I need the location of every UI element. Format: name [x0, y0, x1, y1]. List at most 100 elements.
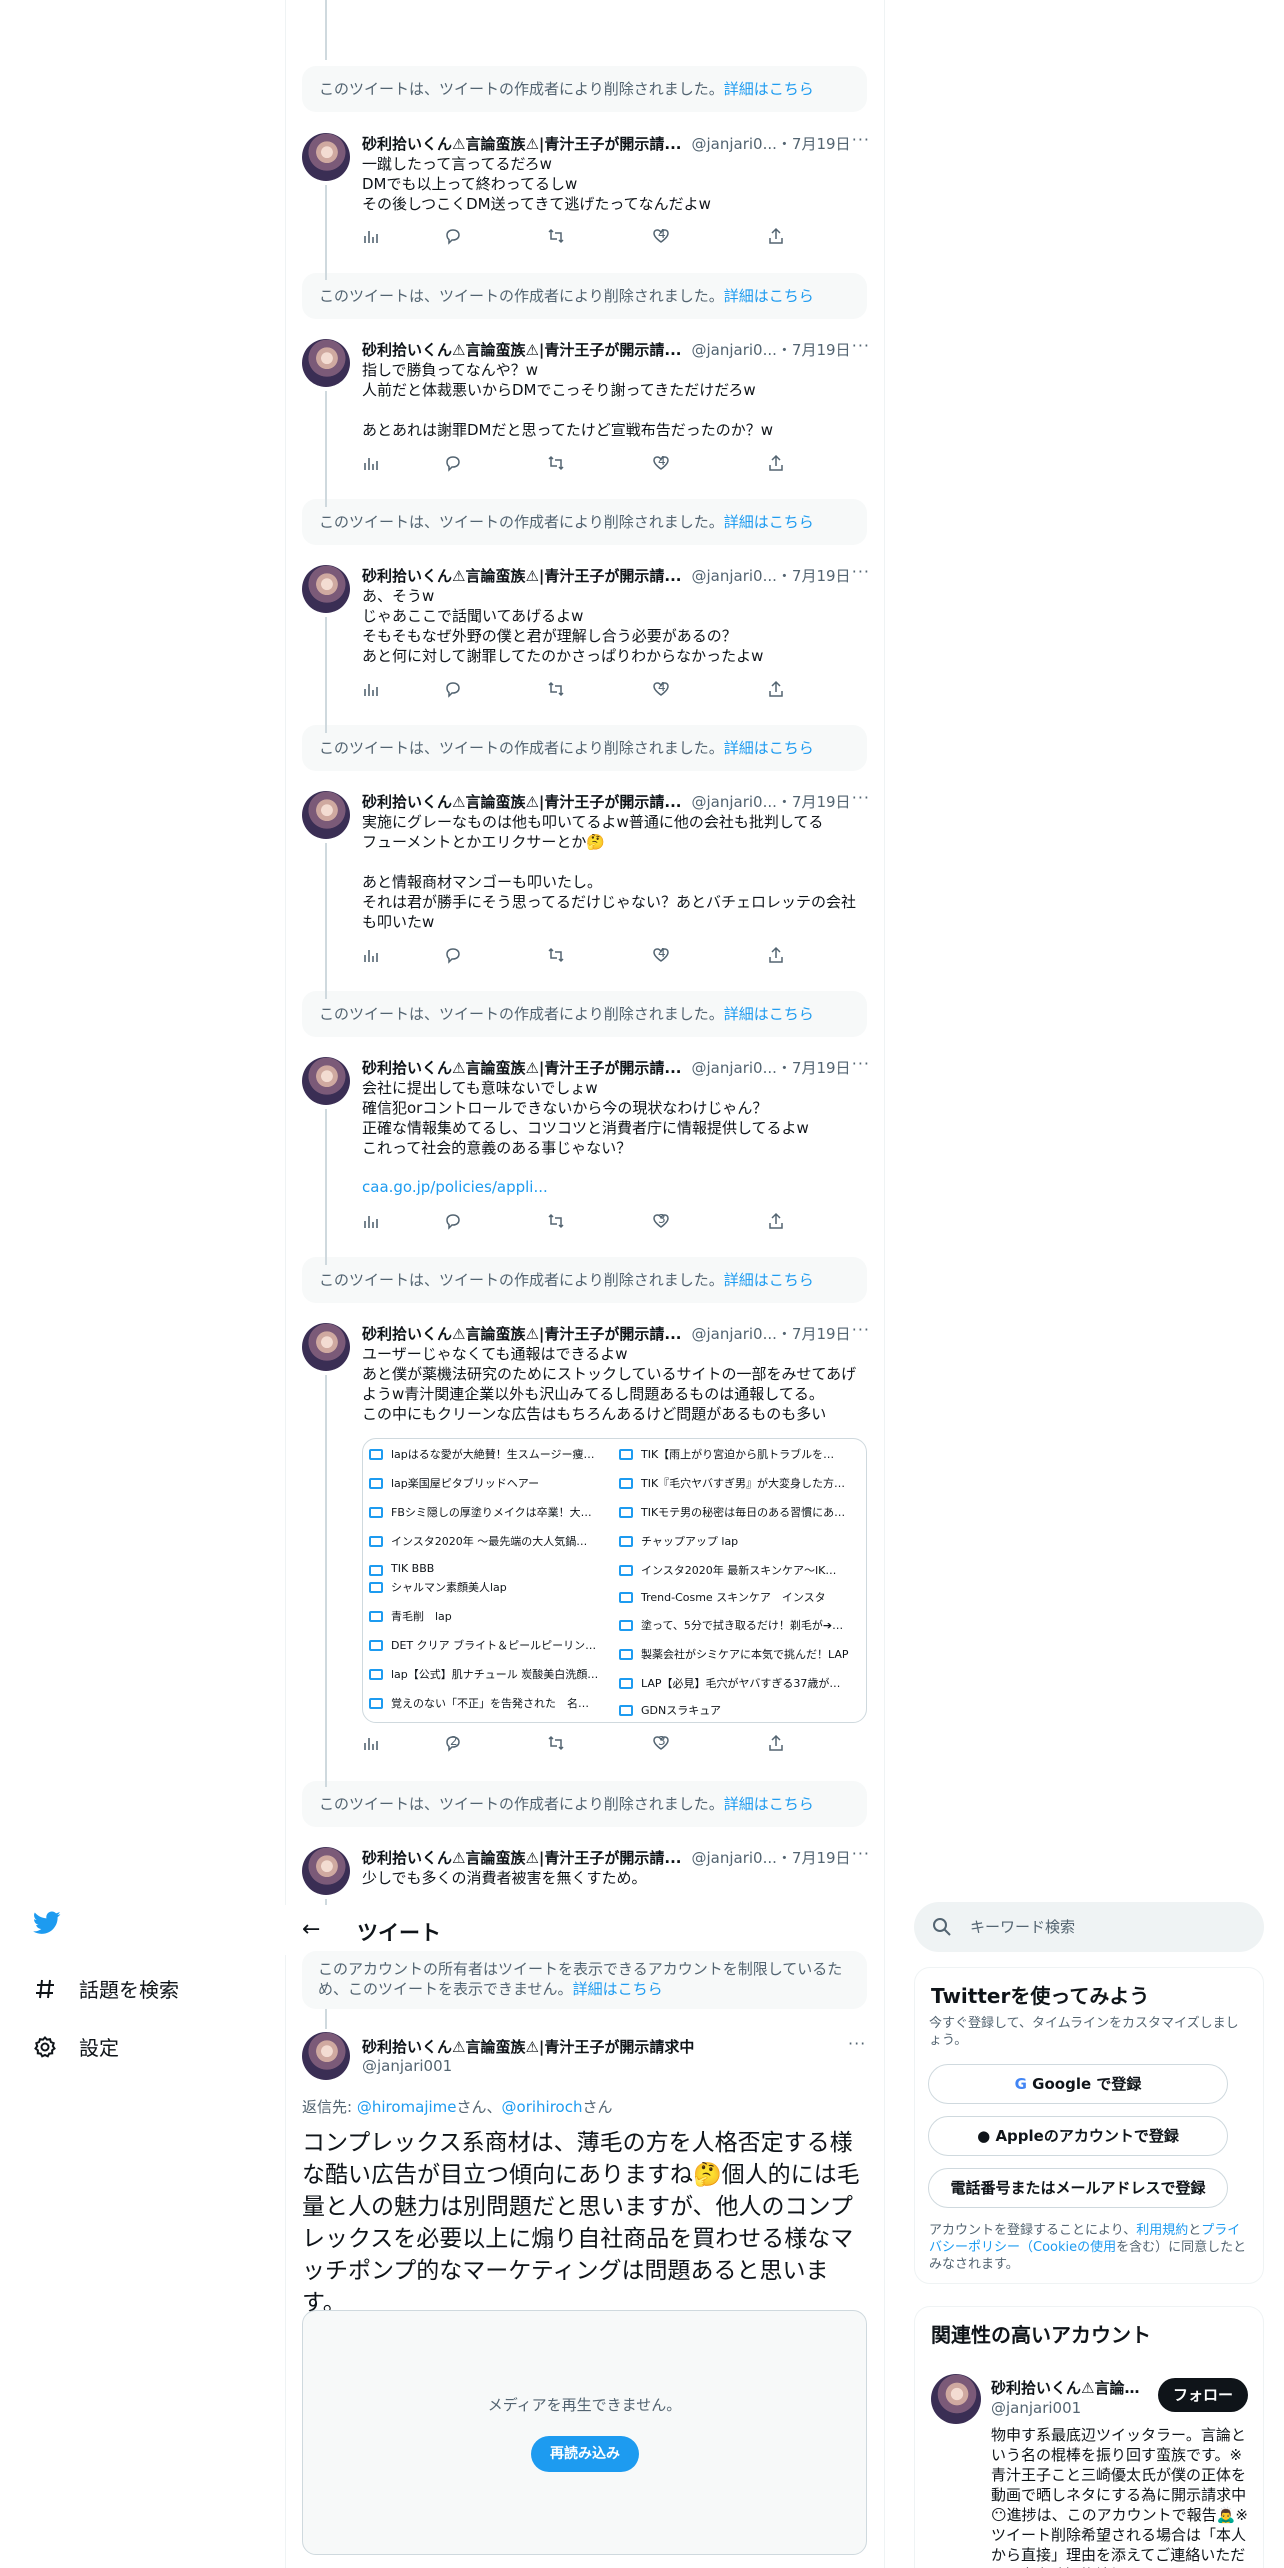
- more-options-icon[interactable]: ···: [848, 2034, 866, 2053]
- avatar[interactable]: [302, 791, 350, 839]
- deleted-learn-more-link[interactable]: 詳細はこちら: [724, 1271, 814, 1289]
- related-account-name[interactable]: 砂利拾いくん⚠言論蛮族⚠|青汁王子が開示請求中: [991, 2377, 1143, 2398]
- restricted-learn-more-link[interactable]: 詳細はこちら: [573, 1980, 663, 1998]
- deleted-learn-more-link[interactable]: 詳細はこちら: [724, 80, 814, 98]
- author-handle[interactable]: @janjari0...: [691, 793, 776, 811]
- google-signup-button[interactable]: G Google で登録: [928, 2064, 1228, 2104]
- author-name[interactable]: 砂利拾いくん⚠言論蛮族⚠|青汁王子が開示請...: [362, 565, 681, 585]
- views-icon: [362, 1734, 380, 1752]
- share-icon: [767, 1734, 785, 1752]
- link-collection-image[interactable]: lapはるな愛が大絶賛！生スムージー痩… lap楽国屋ピタブリッドヘアー FBシミ隠…: [362, 1438, 867, 1723]
- search-box[interactable]: [914, 1902, 1264, 1952]
- author-handle[interactable]: @janjari0...: [691, 1325, 776, 1343]
- card-link-item: シャルマン素顔美人lap: [363, 1579, 603, 1599]
- author-handle[interactable]: @janjari0...: [691, 1059, 776, 1077]
- nav-explore-label: 話題を検索: [79, 1978, 179, 2002]
- tweet-actions: 4: [362, 680, 792, 700]
- tweet-date[interactable]: ・7月19日: [777, 1059, 851, 1077]
- tweet-link[interactable]: caa.go.jp/policies/appli...: [362, 1178, 548, 1196]
- author-handle[interactable]: @janjari0...: [691, 341, 776, 359]
- apple-signup-button[interactable]: ● Appleのアカウントで登録: [928, 2116, 1228, 2156]
- more-options-icon[interactable]: ···: [852, 788, 870, 807]
- tweet-header: 砂利拾いくん⚠言論蛮族⚠|青汁王子が開示請... @janjari0...・7月1…: [362, 1847, 884, 1867]
- more-options-icon[interactable]: ···: [852, 336, 870, 355]
- thread-connector: [325, 391, 327, 507]
- card-link-item: lapはるな愛が大絶賛！生スムージー痩…: [363, 1446, 603, 1466]
- more-options-icon[interactable]: ···: [852, 1054, 870, 1073]
- tweet-header: 砂利拾いくん⚠言論蛮族⚠|青汁王子が開示請... @janjari0...・7月1…: [362, 791, 884, 811]
- tweet-date[interactable]: ・7月19日: [777, 1325, 851, 1343]
- tweet-date[interactable]: ・7月19日: [777, 567, 851, 585]
- retweet-icon: [547, 1734, 565, 1752]
- author-handle[interactable]: @janjari001: [362, 2057, 452, 2075]
- share-icon: [767, 1212, 785, 1230]
- search-input[interactable]: [970, 1915, 1230, 1939]
- author-handle[interactable]: @janjari0...: [691, 1849, 776, 1867]
- thread-connector: [325, 1109, 327, 1265]
- reply-user-link[interactable]: @orihiroch: [502, 2098, 583, 2116]
- author-handle[interactable]: @janjari0...: [691, 567, 776, 585]
- author-name[interactable]: 砂利拾いくん⚠言論蛮族⚠|青汁王子が開示請...: [362, 339, 681, 359]
- related-account-handle[interactable]: @janjari001: [991, 2399, 1081, 2417]
- avatar[interactable]: [302, 1057, 350, 1105]
- avatar[interactable]: [302, 339, 350, 387]
- more-options-icon[interactable]: ···: [852, 1844, 870, 1863]
- more-options-icon[interactable]: ···: [852, 562, 870, 581]
- thread-connector: [325, 185, 327, 280]
- retweet-icon: [547, 1212, 565, 1230]
- deleted-learn-more-link[interactable]: 詳細はこちら: [724, 513, 814, 531]
- signup-subtitle: 今すぐ登録して、タイムラインをカスタマイズしましょう。: [929, 2016, 1239, 2048]
- card-link-item: 塗って、5分で拭き取るだけ！剃毛が➔…: [613, 1617, 853, 1637]
- phone-signup-button[interactable]: 電話番号またはメールアドレスで登録: [928, 2168, 1228, 2208]
- tweet-text: コンプレックス系商材は、薄毛の方を人格否定する様な酷い広告が目立つ傾向にあります…: [302, 2130, 860, 2316]
- reload-button[interactable]: 再読み込み: [531, 2436, 639, 2472]
- deleted-learn-more-link[interactable]: 詳細はこちら: [724, 287, 814, 305]
- more-options-icon[interactable]: ···: [852, 1320, 870, 1339]
- avatar[interactable]: [302, 1323, 350, 1371]
- avatar[interactable]: [302, 2032, 350, 2080]
- card-link-item: TIK『毛穴ヤバすぎ男』が大変身した方…: [613, 1475, 853, 1495]
- thread-connector: [325, 843, 327, 999]
- tweet-header: 砂利拾いくん⚠言論蛮族⚠|青汁王子が開示請... @janjari0...・7月1…: [362, 339, 884, 359]
- tweet-actions: 3: [362, 1212, 792, 1232]
- twitter-bird-icon[interactable]: [33, 1911, 61, 1935]
- author-handle[interactable]: @janjari0...: [691, 135, 776, 153]
- deleted-learn-more-link[interactable]: 詳細はこちら: [724, 1795, 814, 1813]
- author-name[interactable]: 砂利拾いくん⚠言論蛮族⚠|青汁王子が開示請...: [362, 1323, 681, 1343]
- follow-button[interactable]: フォロー: [1158, 2378, 1248, 2412]
- author-name[interactable]: 砂利拾いくん⚠言論蛮族⚠|青汁王子が開示請...: [362, 1057, 681, 1077]
- reply-prefix: 返信先:: [302, 2098, 357, 2116]
- deleted-learn-more-link[interactable]: 詳細はこちら: [724, 739, 814, 757]
- legal-and: と: [1188, 2223, 1202, 2238]
- author-name[interactable]: 砂利拾いくん⚠言論蛮族⚠|青汁王子が開示請...: [362, 791, 681, 811]
- views-icon: [362, 1212, 380, 1230]
- tweet-date[interactable]: ・7月19日: [777, 341, 851, 359]
- media-player: メディアを再生できません。 再読み込み: [302, 2310, 867, 2555]
- author-name[interactable]: 砂利拾いくん⚠言論蛮族⚠|青汁王子が開示請...: [362, 1847, 681, 1867]
- tweet-date[interactable]: ・7月19日: [777, 1849, 851, 1867]
- share-icon: [767, 946, 785, 964]
- tweet-actions: 4: [362, 454, 792, 474]
- retweet-icon: [547, 454, 565, 472]
- share-icon: [767, 227, 785, 245]
- avatar[interactable]: [302, 1847, 350, 1895]
- tweet-date[interactable]: ・7月19日: [777, 793, 851, 811]
- tweet-text: 一蹴したって言ってるだろw DMでも以上って終わってるしw その後しつこくDM送…: [362, 155, 711, 213]
- tweet-text: ユーザーじゃなくても通報はできるよw あと僕が薬機法研究のためにストックしている…: [362, 1345, 857, 1423]
- reply-user-link[interactable]: @hiromajime: [357, 2098, 457, 2116]
- author-name[interactable]: 砂利拾いくん⚠言論蛮族⚠|青汁王子が開示請...: [362, 133, 681, 153]
- back-arrow-icon[interactable]: ←: [302, 1917, 320, 1942]
- author-name[interactable]: 砂利拾いくん⚠言論蛮族⚠|青汁王子が開示請求中: [362, 2036, 694, 2057]
- more-options-icon[interactable]: ···: [852, 130, 870, 149]
- page-title: ツイート: [357, 1921, 441, 1945]
- avatar[interactable]: [302, 133, 350, 181]
- avatar[interactable]: [931, 2374, 981, 2424]
- terms-link[interactable]: 利用規約: [1136, 2223, 1188, 2238]
- media-error-message: メディアを再生できません。: [487, 2396, 682, 2414]
- likes-count: 3: [658, 1212, 666, 1226]
- signup-title: Twitterを使ってみよう: [931, 1984, 1150, 2008]
- tweet-date[interactable]: ・7月19日: [777, 135, 851, 153]
- avatar[interactable]: [302, 565, 350, 613]
- retweet-icon: [547, 680, 565, 698]
- deleted-learn-more-link[interactable]: 詳細はこちら: [724, 1005, 814, 1023]
